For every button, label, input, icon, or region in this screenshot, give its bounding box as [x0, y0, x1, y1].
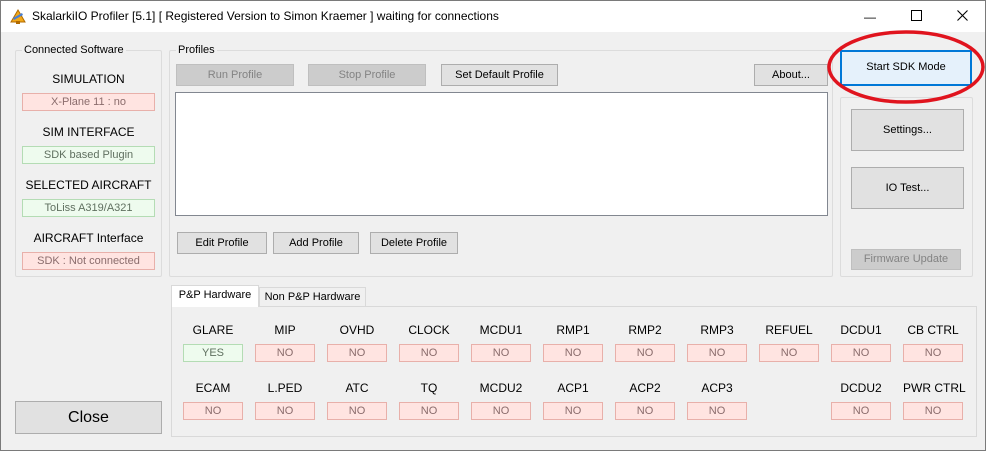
hardware-label: DCDU1: [840, 323, 882, 337]
hardware-status: YES: [183, 344, 243, 362]
hardware-label: MCDU1: [479, 323, 523, 337]
hardware-label: PWR CTRL: [903, 381, 966, 395]
hardware-label: RMP3: [700, 323, 734, 337]
hardware-label: CLOCK: [408, 323, 450, 337]
tab-pp-hardware[interactable]: P&P Hardware: [171, 285, 259, 307]
add-profile-button[interactable]: Add Profile: [273, 232, 359, 254]
hardware-status: NO: [831, 344, 891, 362]
title-bar[interactable]: SkalarkiIO Profiler [5.1] [ Registered V…: [1, 1, 985, 32]
hardware-status: NO: [327, 344, 387, 362]
hardware-label: ECAM: [195, 381, 231, 395]
hardware-status: NO: [687, 402, 747, 420]
maximize-icon: [910, 8, 922, 25]
start-sdk-mode-button[interactable]: Start SDK Mode: [840, 50, 972, 86]
hardware-status: NO: [399, 344, 459, 362]
hardware-status: NO: [399, 402, 459, 420]
hardware-label: RMP2: [628, 323, 662, 337]
sim-interface-status: SDK based Plugin: [22, 146, 155, 164]
hardware-status: NO: [615, 402, 675, 420]
about-button[interactable]: About...: [754, 64, 828, 86]
firmware-update-button[interactable]: Firmware Update: [851, 249, 961, 270]
hardware-label: RMP1: [556, 323, 590, 337]
pp-hardware-panel: GLARE YES MIP NO OVHD NO CLOCK NO MCDU1 NO RMP1 NO R…: [171, 306, 977, 437]
profiles-list[interactable]: [175, 92, 828, 216]
hardware-status: NO: [903, 344, 963, 362]
hardware-status: NO: [543, 344, 603, 362]
aircraft-interface-label: AIRCRAFT Interface: [33, 231, 144, 245]
hardware-status: NO: [255, 402, 315, 420]
hardware-label: TQ: [420, 381, 438, 395]
profiles-label: Profiles: [176, 44, 217, 57]
hardware-label: L.PED: [267, 381, 303, 395]
window-title: SkalarkiIO Profiler [5.1] [ Registered V…: [32, 9, 499, 23]
hardware-status: NO: [903, 402, 963, 420]
hardware-label: REFUEL: [765, 323, 813, 337]
hardware-label: ATC: [345, 381, 369, 395]
hardware-status: NO: [687, 344, 747, 362]
close-icon: [956, 8, 968, 25]
hardware-label: MIP: [274, 323, 296, 337]
hardware-status: NO: [255, 344, 315, 362]
app-icon: [10, 9, 26, 25]
io-test-button[interactable]: IO Test...: [851, 167, 964, 209]
simulation-label: SIMULATION: [52, 72, 125, 86]
sim-interface-label: SIM INTERFACE: [42, 125, 135, 139]
connected-software-group: Connected Software SIMULATION X-Plane 11…: [15, 44, 162, 277]
tab-non-pp-hardware[interactable]: Non P&P Hardware: [259, 287, 366, 306]
run-profile-button[interactable]: Run Profile: [176, 64, 294, 86]
close-window-button[interactable]: [939, 1, 985, 32]
hardware-label: OVHD: [339, 323, 375, 337]
hardware-status: NO: [543, 402, 603, 420]
hardware-status: NO: [327, 402, 387, 420]
selected-aircraft-label: SELECTED AIRCRAFT: [25, 178, 152, 192]
hardware-status: NO: [831, 402, 891, 420]
aircraft-interface-status: SDK : Not connected: [22, 252, 155, 270]
hardware-status: NO: [759, 344, 819, 362]
hardware-label: DCDU2: [840, 381, 882, 395]
maximize-button[interactable]: [893, 1, 939, 32]
hardware-label: ACP3: [701, 381, 733, 395]
delete-profile-button[interactable]: Delete Profile: [370, 232, 458, 254]
connected-software-label: Connected Software: [22, 44, 126, 57]
hardware-label: ACP1: [557, 381, 589, 395]
client-area: Connected Software SIMULATION X-Plane 11…: [1, 32, 985, 450]
selected-aircraft-status: ToLiss A319/A321: [22, 199, 155, 217]
hardware-label: CB CTRL: [907, 323, 959, 337]
main-window: SkalarkiIO Profiler [5.1] [ Registered V…: [0, 0, 986, 451]
minimize-icon: —: [864, 9, 876, 24]
set-default-profile-button[interactable]: Set Default Profile: [441, 64, 558, 86]
minimize-button[interactable]: —: [847, 1, 893, 32]
hardware-status: NO: [471, 344, 531, 362]
stop-profile-button[interactable]: Stop Profile: [308, 64, 426, 86]
edit-profile-button[interactable]: Edit Profile: [177, 232, 267, 254]
hardware-status: NO: [183, 402, 243, 420]
hardware-status: NO: [471, 402, 531, 420]
simulation-status: X-Plane 11 : no: [22, 93, 155, 111]
settings-button[interactable]: Settings...: [851, 109, 964, 151]
hardware-status: NO: [615, 344, 675, 362]
hardware-label: MCDU2: [479, 381, 523, 395]
hardware-label: ACP2: [629, 381, 661, 395]
hardware-label: GLARE: [192, 323, 234, 337]
close-button[interactable]: Close: [15, 401, 162, 434]
